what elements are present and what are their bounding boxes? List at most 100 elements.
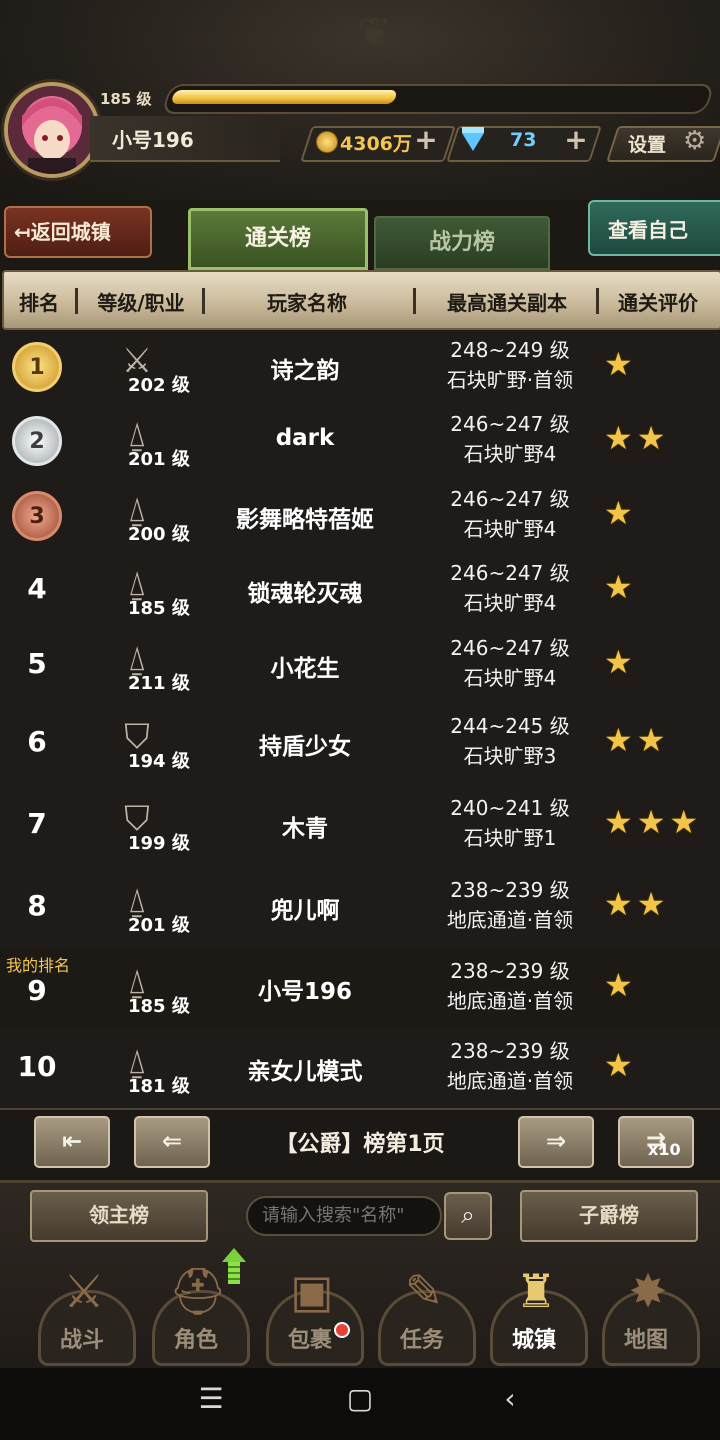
search-input[interactable] [246, 1196, 442, 1236]
rating-stars: ★ [604, 493, 637, 532]
player-level: 185 级 [128, 598, 190, 619]
dungeon-level: 244~245 级 [450, 714, 570, 738]
tab-clear-ranking[interactable]: 通关榜 [188, 208, 368, 270]
dungeon-level: 246~247 级 [450, 486, 570, 511]
dungeon-name: 石块旷野4 [463, 516, 557, 541]
col-divider [202, 288, 205, 314]
add-gem-button[interactable]: + [562, 126, 590, 156]
search-icon: ⌕ [461, 1201, 475, 1229]
player-name[interactable]: 持盾少女 [205, 727, 405, 761]
player-name[interactable]: 影舞略特蓓姬 [205, 500, 405, 534]
castle-icon: ♜ [515, 1264, 557, 1318]
player-name[interactable]: 小花生 [205, 649, 405, 683]
gold-amount: 4306万 [340, 133, 412, 155]
player-name[interactable]: 兜儿啊 [205, 891, 405, 925]
tab-power-ranking[interactable]: 战力榜 [374, 216, 550, 270]
page-indicator: 【公爵】榜第1页 [275, 1132, 445, 1157]
player-level: 211 级 [128, 672, 190, 694]
player-name[interactable]: 木青 [205, 809, 405, 843]
settings-label: 设置 [628, 134, 667, 156]
rank-number: 10 [17, 1050, 57, 1083]
view-self-label: 查看自己 [608, 218, 688, 242]
player-name[interactable]: 亲女儿模式 [205, 1052, 405, 1086]
rating-stars: ★ [604, 966, 637, 1004]
rank-number: 4 [27, 572, 47, 605]
player-level: 201 级 [128, 449, 190, 470]
nav-castle[interactable]: ♜ 城镇 [482, 1256, 588, 1366]
nav-map[interactable]: ✸ 地图 [594, 1256, 700, 1366]
player-level: 199 级 [128, 833, 190, 854]
nav-battle[interactable]: ⚔ 战斗 [30, 1256, 136, 1366]
nav-bag[interactable]: ▣ 包裹 [258, 1256, 364, 1366]
nav-label: 地图 [623, 1328, 668, 1353]
rank-medal-silver: 2 [12, 416, 62, 466]
helmet-icon: ⛑ [168, 1264, 228, 1318]
rating-stars: ★★ [604, 721, 670, 759]
menu-icon[interactable]: ☰ [191, 1382, 231, 1415]
col-divider [413, 288, 416, 314]
battle-icon: ⚔ [63, 1264, 105, 1318]
col-best-dungeon: 最高通关副本 [447, 291, 567, 315]
dungeon-level: 248~249 级 [450, 338, 570, 362]
dungeon-name: 石块旷野4 [463, 665, 557, 690]
col-level-class: 等级/职业 [97, 291, 185, 315]
ornament-icon: ❦ [358, 10, 392, 56]
add-gold-button[interactable]: + [412, 126, 440, 156]
nav-label: 任务 [399, 1328, 444, 1353]
player-level: 194 级 [128, 751, 190, 772]
xp-bar [161, 84, 715, 114]
player-name[interactable]: dark [205, 425, 405, 451]
player-name[interactable]: 锁魂轮灭魂 [205, 574, 405, 608]
dungeon-name: 地底通道·首领 [446, 1069, 574, 1093]
lord-ranking-button[interactable]: 领主榜 [30, 1190, 208, 1242]
player-level: 185 级 [128, 996, 190, 1017]
player-level: 201 级 [128, 915, 190, 936]
dungeon-level: 238~239 级 [450, 1039, 570, 1063]
notification-dot [334, 1322, 350, 1338]
col-player-name: 玩家名称 [267, 291, 347, 315]
nav-label: 城镇 [511, 1328, 556, 1353]
player-name: 小号196 [112, 128, 194, 152]
viscount-ranking-button[interactable]: 子爵榜 [520, 1190, 698, 1242]
rating-stars: ★★ [604, 885, 670, 923]
rank-number: 5 [27, 646, 47, 680]
dungeon-level: 246~247 级 [450, 412, 570, 436]
home-icon[interactable]: ▢ [340, 1382, 380, 1415]
next-page-button[interactable]: ⇒ [518, 1116, 594, 1168]
upgrade-arrow-stem [228, 1262, 240, 1284]
nav-scroll[interactable]: ✎ 任务 [370, 1256, 476, 1366]
player-name[interactable]: 诗之韵 [205, 351, 405, 385]
rank-medal-gold: 1 [12, 342, 62, 392]
dungeon-name: 地底通道·首领 [446, 908, 574, 932]
back-to-town-label: ↤返回城镇 [14, 220, 111, 244]
dungeon-name: 石块旷野·首领 [446, 368, 574, 392]
dungeon-level: 238~239 级 [450, 959, 570, 983]
dungeon-level: 246~247 级 [450, 635, 570, 660]
dungeon-name: 石块旷野1 [463, 826, 557, 850]
dungeon-name: 石块旷野3 [463, 744, 557, 768]
avatar[interactable] [4, 82, 100, 178]
dungeon-level: 240~241 级 [450, 796, 570, 820]
player-name[interactable]: 小号196 [205, 972, 405, 1006]
rank-number: 8 [27, 889, 47, 922]
rank-number: 9 [27, 974, 47, 1007]
nav-label: 角色 [173, 1328, 218, 1353]
nav-label: 战斗 [59, 1328, 104, 1353]
back-icon[interactable]: ‹ [490, 1382, 530, 1415]
xp-bar-fill [170, 90, 398, 104]
prev-page-button[interactable]: ⇐ [134, 1116, 210, 1168]
rating-stars: ★ [604, 1046, 637, 1084]
col-clear-rating: 通关评价 [618, 291, 698, 315]
gem-icon [462, 133, 484, 151]
map-icon: ✸ [628, 1264, 668, 1318]
search-button[interactable]: ⌕ [444, 1192, 492, 1240]
rating-stars: ★ [604, 345, 637, 383]
player-level: 185 级 [100, 90, 152, 108]
dungeon-level: 238~239 级 [450, 878, 570, 902]
player-level: 202 级 [128, 375, 190, 396]
dungeon-name: 石块旷野4 [463, 591, 557, 615]
rating-stars: ★ [604, 642, 637, 681]
gear-icon: ⚙ [683, 126, 707, 156]
first-page-button[interactable]: ⇤ [34, 1116, 110, 1168]
rating-stars: ★★ [604, 419, 670, 457]
